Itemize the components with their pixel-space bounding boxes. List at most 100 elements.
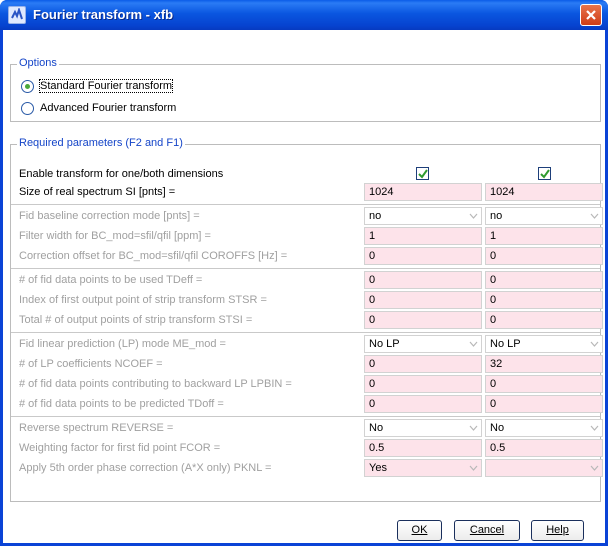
tdoff-label: # of fid data points to be predicted TDo… <box>19 398 224 410</box>
me-mod-f2-select[interactable]: No LP <box>364 335 482 353</box>
bc-mod-f2-value: no <box>369 210 382 222</box>
app-icon <box>8 6 26 24</box>
stsr-label: Index of first output point of strip tra… <box>19 294 267 306</box>
radio-advanced-ft-label[interactable]: Advanced Fourier transform <box>40 102 176 114</box>
ncoef-label: # of LP coefficients NCOEF = <box>19 358 163 370</box>
tdoff-row: # of fid data points to be predicted TDo… <box>11 395 603 413</box>
tdeff-f2-input[interactable]: 0 <box>364 271 482 289</box>
separator <box>11 332 600 333</box>
bc-mod-row: Fid baseline correction mode [pnts] = no… <box>11 207 603 225</box>
ncoef-row: # of LP coefficients NCOEF = 0 32 <box>11 355 603 373</box>
enable-transform-label: Enable transform for one/both dimensions <box>19 168 224 180</box>
lpbin-f1-input[interactable]: 0 <box>485 375 603 393</box>
radio-advanced-ft-button[interactable] <box>21 102 34 115</box>
help-button-label: Help <box>546 524 569 536</box>
stsr-row: Index of first output point of strip tra… <box>11 291 603 309</box>
tdoff-f2-input[interactable]: 0 <box>364 395 482 413</box>
enable-transform-row: Enable transform for one/both dimensions <box>11 165 600 183</box>
me-mod-f1-value: No LP <box>490 338 521 350</box>
reverse-f2-value: No <box>369 422 384 434</box>
dialog-window: Fourier transform - xfb Options Standard… <box>0 0 608 546</box>
chevron-down-icon <box>590 213 599 219</box>
title-bar[interactable]: Fourier transform - xfb <box>0 0 608 30</box>
stsi-f2-input[interactable]: 0 <box>364 311 482 329</box>
coroffs-row: Correction offset for BC_mod=sfil/qfil C… <box>11 247 603 265</box>
cancel-button-label: Cancel <box>469 524 505 536</box>
bc-mod-f2-select[interactable]: no <box>364 207 482 225</box>
si-f2-input[interactable]: 1024 <box>364 183 482 201</box>
chevron-down-icon <box>469 341 478 347</box>
chevron-down-icon <box>590 465 599 471</box>
me-mod-label: Fid linear prediction (LP) mode ME_mod = <box>19 338 226 350</box>
lpbin-f2-input[interactable]: 0 <box>364 375 482 393</box>
radio-standard-ft-button[interactable] <box>21 80 34 93</box>
pknl-f2-value: Yes <box>369 462 387 474</box>
reverse-f1-value: No <box>490 422 505 434</box>
bc-mod-label: Fid baseline correction mode [pnts] = <box>19 210 200 222</box>
tdeff-label: # of fid data points to be used TDeff = <box>19 274 203 286</box>
fcor-label: Weighting factor for first fid point FCO… <box>19 442 221 454</box>
required-params-legend: Required parameters (F2 and F1) <box>17 137 185 149</box>
ncoef-f1-input[interactable]: 32 <box>485 355 603 373</box>
fcor-row: Weighting factor for first fid point FCO… <box>11 439 603 457</box>
chevron-down-icon <box>590 341 599 347</box>
reverse-label: Reverse spectrum REVERSE = <box>19 422 174 434</box>
required-params-group: Required parameters (F2 and F1) Enable t… <box>10 137 603 502</box>
stsr-f2-input[interactable]: 0 <box>364 291 482 309</box>
options-group: Options Standard Fourier transform Advan… <box>10 57 601 122</box>
pknl-row: Apply 5th order phase correction (A*X on… <box>11 459 603 477</box>
ncoef-f2-input[interactable]: 0 <box>364 355 482 373</box>
pknl-f2-select[interactable]: Yes <box>364 459 482 477</box>
button-bar: OK Cancel Help <box>3 520 605 541</box>
coroffs-f2-input[interactable]: 0 <box>364 247 482 265</box>
stsi-f1-input[interactable]: 0 <box>485 311 603 329</box>
chevron-down-icon <box>469 465 478 471</box>
pknl-f1-select[interactable] <box>485 459 603 477</box>
separator <box>11 416 600 417</box>
help-button[interactable]: Help <box>531 520 584 541</box>
bc-mod-f1-select[interactable]: no <box>485 207 603 225</box>
coroffs-label: Correction offset for BC_mod=sfil/qfil C… <box>19 250 288 262</box>
window-title: Fourier transform - xfb <box>33 7 174 22</box>
si-f1-input[interactable]: 1024 <box>485 183 603 201</box>
stsr-f1-input[interactable]: 0 <box>485 291 603 309</box>
chevron-down-icon <box>469 425 478 431</box>
bcfw-label: Filter width for BC_mod=sfil/qfil [ppm] … <box>19 230 211 242</box>
pknl-label: Apply 5th order phase correction (A*X on… <box>19 462 272 474</box>
enable-f1-checkbox[interactable] <box>538 167 551 180</box>
lpbin-row: # of fid data points contributing to bac… <box>11 375 603 393</box>
cancel-button[interactable]: Cancel <box>454 520 520 541</box>
separator <box>11 268 600 269</box>
close-icon[interactable] <box>580 4 602 26</box>
enable-f2-checkbox[interactable] <box>416 167 429 180</box>
reverse-f2-select[interactable]: No <box>364 419 482 437</box>
reverse-row: Reverse spectrum REVERSE = No No <box>11 419 603 437</box>
stsi-row: Total # of output points of strip transf… <box>11 311 603 329</box>
fcor-f2-input[interactable]: 0.5 <box>364 439 482 457</box>
stsi-label: Total # of output points of strip transf… <box>19 314 253 326</box>
reverse-f1-select[interactable]: No <box>485 419 603 437</box>
bcfw-f1-input[interactable]: 1 <box>485 227 603 245</box>
me-mod-f2-value: No LP <box>369 338 400 350</box>
tdeff-f1-input[interactable]: 0 <box>485 271 603 289</box>
dialog-body: Options Standard Fourier transform Advan… <box>3 30 605 543</box>
me-mod-row: Fid linear prediction (LP) mode ME_mod =… <box>11 335 603 353</box>
ok-button[interactable]: OK <box>397 520 442 541</box>
si-label: Size of real spectrum SI [pnts] = <box>19 186 176 198</box>
ok-button-label: OK <box>411 524 428 536</box>
fcor-f1-input[interactable]: 0.5 <box>485 439 603 457</box>
si-row: Size of real spectrum SI [pnts] = 1024 1… <box>11 183 603 201</box>
bcfw-row: Filter width for BC_mod=sfil/qfil [ppm] … <box>11 227 603 245</box>
chevron-down-icon <box>590 425 599 431</box>
tdoff-f1-input[interactable]: 0 <box>485 395 603 413</box>
radio-standard-ft-label[interactable]: Standard Fourier transform <box>38 79 174 93</box>
bcfw-f2-input[interactable]: 1 <box>364 227 482 245</box>
bc-mod-f1-value: no <box>490 210 503 222</box>
separator <box>11 204 600 205</box>
coroffs-f1-input[interactable]: 0 <box>485 247 603 265</box>
me-mod-f1-select[interactable]: No LP <box>485 335 603 353</box>
options-legend: Options <box>17 57 59 69</box>
lpbin-label: # of fid data points contributing to bac… <box>19 378 292 390</box>
chevron-down-icon <box>469 213 478 219</box>
tdeff-row: # of fid data points to be used TDeff = … <box>11 271 603 289</box>
